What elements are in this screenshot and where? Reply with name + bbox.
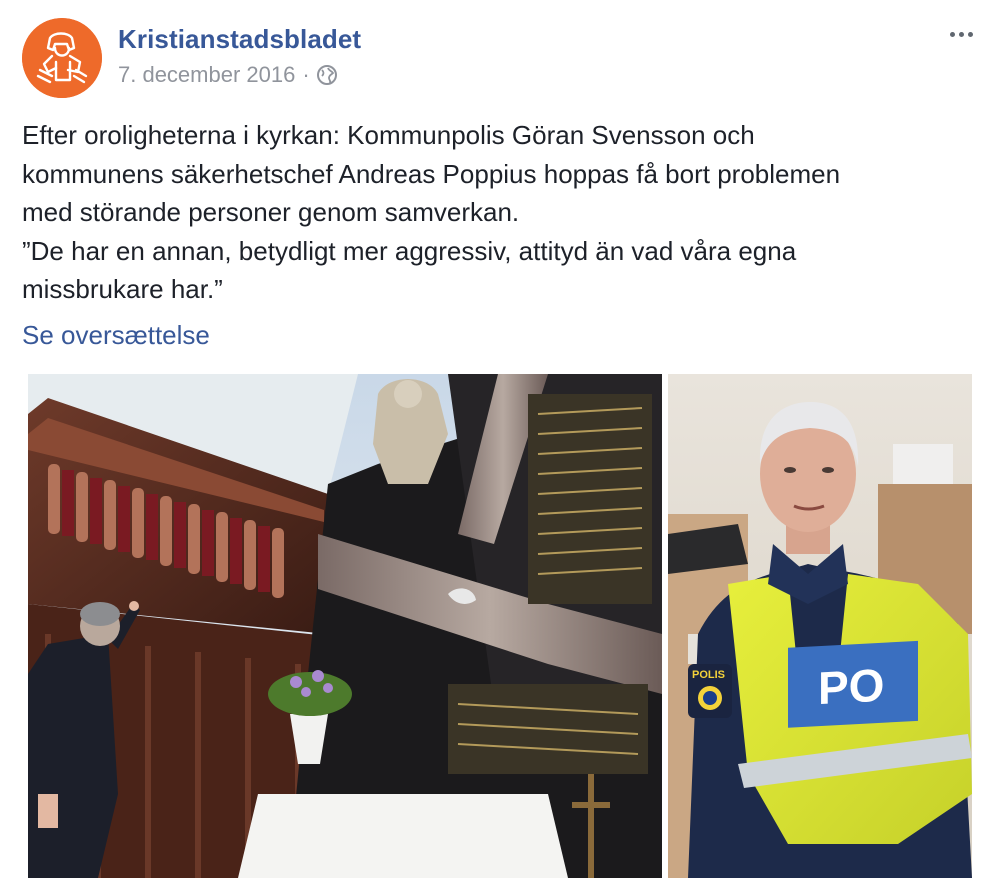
post-date-link[interactable]: 7. december 2016 xyxy=(118,62,295,88)
post-text-line: kommunens säkerhetschef Andreas Poppius … xyxy=(22,158,841,189)
church-interior-photo[interactable] xyxy=(28,374,662,878)
facebook-post: Kristianstadsbladet 7. december 2016 · E… xyxy=(0,0,986,878)
globe-icon[interactable] xyxy=(316,64,338,86)
see-translation-link[interactable]: Se oversættelse xyxy=(22,320,210,351)
post-text-line: ”De har en annan, betydligt mer aggressi… xyxy=(22,235,797,266)
page-avatar[interactable] xyxy=(22,18,102,98)
post-text-line: med störande personer genom samverkan. xyxy=(22,197,520,227)
meta-separator: · xyxy=(302,62,310,87)
page-logo-icon xyxy=(22,18,102,98)
more-options-icon[interactable] xyxy=(940,22,982,46)
post-text-line: Efter oroligheterna i kyrkan: Kommunpoli… xyxy=(22,120,755,150)
post-text: Efter oroligheterna i kyrkan: Kommunpoli… xyxy=(22,116,972,309)
post-text-line: missbrukare har.” xyxy=(22,274,223,304)
svg-text:PO: PO xyxy=(818,659,884,714)
post-meta: 7. december 2016 · xyxy=(118,62,338,88)
page-name-link[interactable]: Kristianstadsbladet xyxy=(118,24,361,55)
svg-text:POLIS: POLIS xyxy=(692,669,725,681)
police-officer-photo[interactable]: PO POLIS xyxy=(668,374,972,878)
